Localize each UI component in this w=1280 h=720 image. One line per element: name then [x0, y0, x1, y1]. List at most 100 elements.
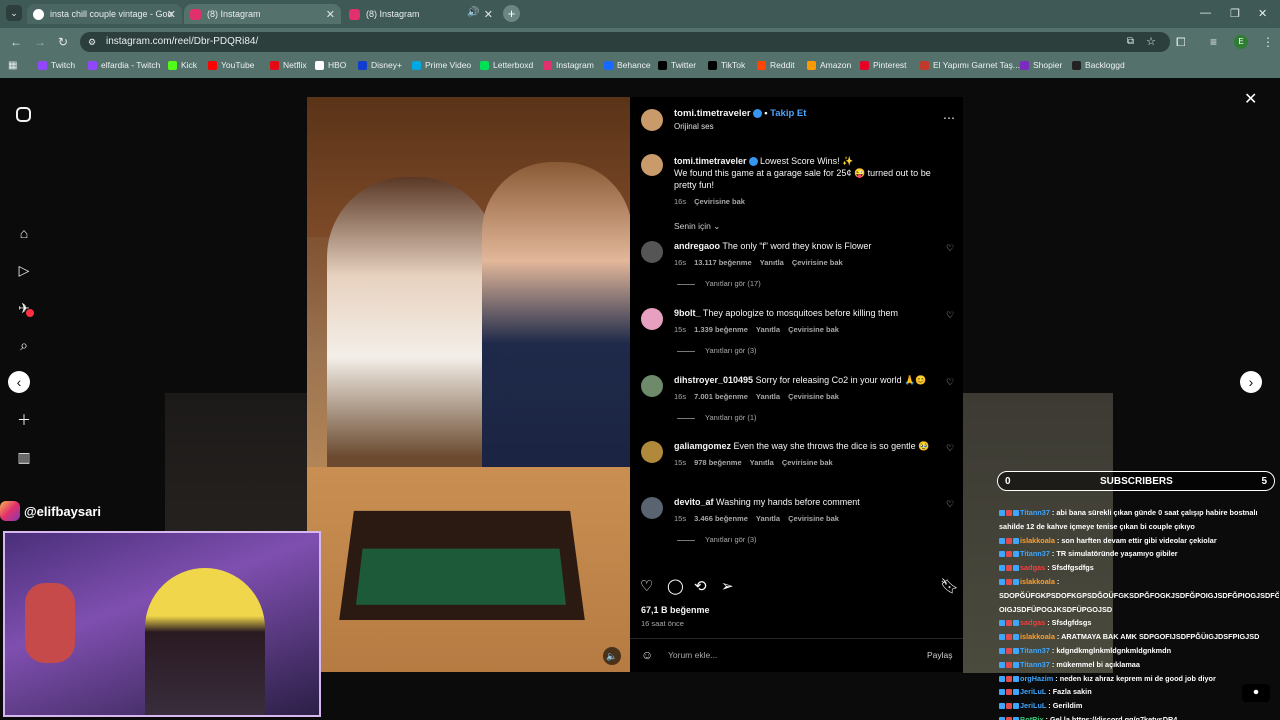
reply-link[interactable]: Yanıtla	[750, 458, 774, 467]
bookmark-item[interactable]: HBO	[315, 60, 346, 70]
reload-icon[interactable]: ↻	[58, 35, 68, 49]
reels-icon[interactable]: ▷	[16, 262, 32, 278]
menu-kebab-icon[interactable]: ⋮	[1262, 35, 1274, 49]
audio-label[interactable]: Orijinal ses	[674, 122, 714, 131]
save-icon[interactable]: 🔖︎	[940, 577, 959, 595]
bookmark-item[interactable]: Twitter	[658, 60, 696, 70]
comment-icon[interactable]: ◯	[667, 577, 684, 595]
comment-like-icon[interactable]: ♡	[946, 376, 954, 388]
close-icon[interactable]: ✕	[326, 8, 335, 21]
commenter-avatar[interactable]	[641, 441, 663, 463]
bookmark-item[interactable]: Reddit	[757, 60, 795, 70]
bookmark-item[interactable]: Instagram	[543, 60, 594, 70]
comment-username[interactable]: 9bolt_	[674, 308, 701, 318]
reply-link[interactable]: Yanıtla	[756, 392, 780, 401]
home-icon[interactable]: ⌂	[16, 225, 32, 241]
forward-icon[interactable]: →	[34, 35, 46, 49]
translate-link[interactable]: Çevirisine bak	[788, 392, 839, 401]
translate-link[interactable]: Çevirisine bak	[788, 325, 839, 334]
unmute-icon[interactable]: 🔈	[603, 647, 621, 665]
search-icon[interactable]: ⌕	[16, 337, 32, 353]
view-replies-link[interactable]: Yanıtları gör (17)	[677, 279, 761, 288]
url-field[interactable]: ⚙ instagram.com/reel/Dbr-PDQRi84/ ⧉ ☆	[80, 32, 1170, 52]
view-replies-link[interactable]: Yanıtları gör (1)	[677, 413, 757, 422]
bookmark-item[interactable]: Disney+	[358, 60, 402, 70]
bookmark-item[interactable]: Twitch	[38, 60, 75, 70]
tab-instagram[interactable]: (8) Instagram 🔊 ✕	[343, 4, 499, 24]
bookmark-item[interactable]: elfardia - Twitch	[88, 60, 160, 70]
view-replies-link[interactable]: Yanıtları gör (3)	[677, 535, 757, 544]
translate-link[interactable]: Çevirisine bak	[694, 197, 745, 206]
more-options-icon[interactable]: ⋯	[943, 111, 955, 125]
commenter-avatar[interactable]	[641, 375, 663, 397]
comment-username[interactable]: andregaoo	[674, 241, 720, 251]
media-control-icon[interactable]: ≡	[1210, 35, 1217, 49]
comment-likes[interactable]: 978 beğenme	[694, 458, 742, 467]
bookmark-item[interactable]: Pinterest	[860, 60, 907, 70]
restore-icon[interactable]: ❐	[1230, 7, 1240, 20]
commenter-avatar[interactable]	[641, 497, 663, 519]
caption-username[interactable]: tomi.timetraveler	[674, 156, 747, 166]
share-icon[interactable]: ➢	[721, 577, 734, 595]
close-icon[interactable]: ✕	[484, 8, 493, 21]
comment-input[interactable]: Yorum ekle...	[668, 650, 717, 660]
author-username[interactable]: tomi.timetraveler	[674, 108, 751, 119]
new-tab-button[interactable]: +	[503, 5, 520, 22]
bookmark-item[interactable]: Behance	[604, 60, 651, 70]
reply-link[interactable]: Yanıtla	[760, 258, 784, 267]
repost-icon[interactable]: ⟲	[694, 577, 707, 595]
sort-dropdown[interactable]: Senin için ⌄	[674, 221, 720, 232]
follow-button[interactable]: Takip Et	[770, 108, 806, 119]
bookmark-item[interactable]: El Yapımı Garnet Taş...	[920, 60, 1020, 70]
dashboard-icon[interactable]: ▥	[16, 449, 32, 465]
window-close-icon[interactable]: ✕	[1258, 7, 1267, 20]
tab-google-search[interactable]: insta chill couple vintage - Goo ✕	[27, 4, 182, 24]
bookmark-item[interactable]: Backloggd	[1072, 60, 1125, 70]
bookmark-item[interactable]: Shopier	[1020, 60, 1062, 70]
comment-likes[interactable]: 3.466 beğenme	[694, 514, 748, 523]
view-replies-link[interactable]: Yanıtları gör (3)	[677, 346, 757, 355]
comment-like-icon[interactable]: ♡	[946, 242, 954, 254]
reply-link[interactable]: Yanıtla	[756, 514, 780, 523]
comment-likes[interactable]: 7.001 beğenme	[694, 392, 748, 401]
bookmark-item[interactable]: TikTok	[708, 60, 745, 70]
likes-count[interactable]: 67,1 B beğenme	[641, 605, 710, 615]
bookmark-item[interactable]: Letterboxd	[480, 60, 533, 70]
back-icon[interactable]: ←	[10, 35, 22, 49]
comment-like-icon[interactable]: ♡	[946, 442, 954, 454]
tab-instagram-active[interactable]: (8) Instagram ✕	[184, 4, 341, 24]
comment-username[interactable]: galiamgomez	[674, 441, 731, 451]
comment-likes[interactable]: 13.117 beğenme	[694, 258, 752, 267]
bookmark-item[interactable]: Kick	[168, 60, 197, 70]
previous-arrow-icon[interactable]: ‹	[8, 371, 30, 393]
create-icon[interactable]: ＋	[16, 412, 32, 428]
commenter-avatar[interactable]	[641, 241, 663, 263]
minimize-icon[interactable]: —	[1200, 7, 1211, 19]
translate-link[interactable]: Çevirisine bak	[788, 514, 839, 523]
profile-avatar[interactable]: E	[1234, 35, 1248, 49]
caption-avatar[interactable]	[641, 154, 663, 176]
reply-link[interactable]: Yanıtla	[756, 325, 780, 334]
bookmark-item[interactable]: Netflix	[270, 60, 307, 70]
comment-username[interactable]: dihstroyer_010495	[674, 375, 753, 385]
close-icon[interactable]: ✕	[167, 8, 176, 21]
commenter-avatar[interactable]	[641, 308, 663, 330]
speaker-icon[interactable]: 🔊	[467, 7, 479, 18]
translate-link[interactable]: Çevirisine bak	[782, 458, 833, 467]
bookmark-item[interactable]: YouTube	[208, 60, 254, 70]
author-avatar[interactable]	[641, 109, 663, 131]
share-button[interactable]: Paylaş	[927, 650, 953, 660]
like-icon[interactable]: ♡	[640, 577, 653, 595]
apps-grid-icon[interactable]: ▦	[8, 60, 17, 71]
comment-likes[interactable]: 1.339 beğenme	[694, 325, 748, 334]
extensions-icon[interactable]: ⧠	[1176, 35, 1186, 50]
site-info-icon[interactable]: ⚙	[88, 32, 96, 52]
emoji-icon[interactable]: ☺	[641, 648, 653, 662]
install-app-icon[interactable]: ⧉	[1127, 32, 1134, 52]
reel-video[interactable]: 🔈	[307, 97, 630, 672]
bookmark-star-icon[interactable]: ☆	[1146, 32, 1156, 52]
close-modal-icon[interactable]: ✕	[1244, 89, 1257, 109]
instagram-logo-icon[interactable]	[16, 107, 31, 122]
bookmark-item[interactable]: Prime Video	[412, 60, 471, 70]
comment-username[interactable]: devito_af	[674, 497, 714, 507]
